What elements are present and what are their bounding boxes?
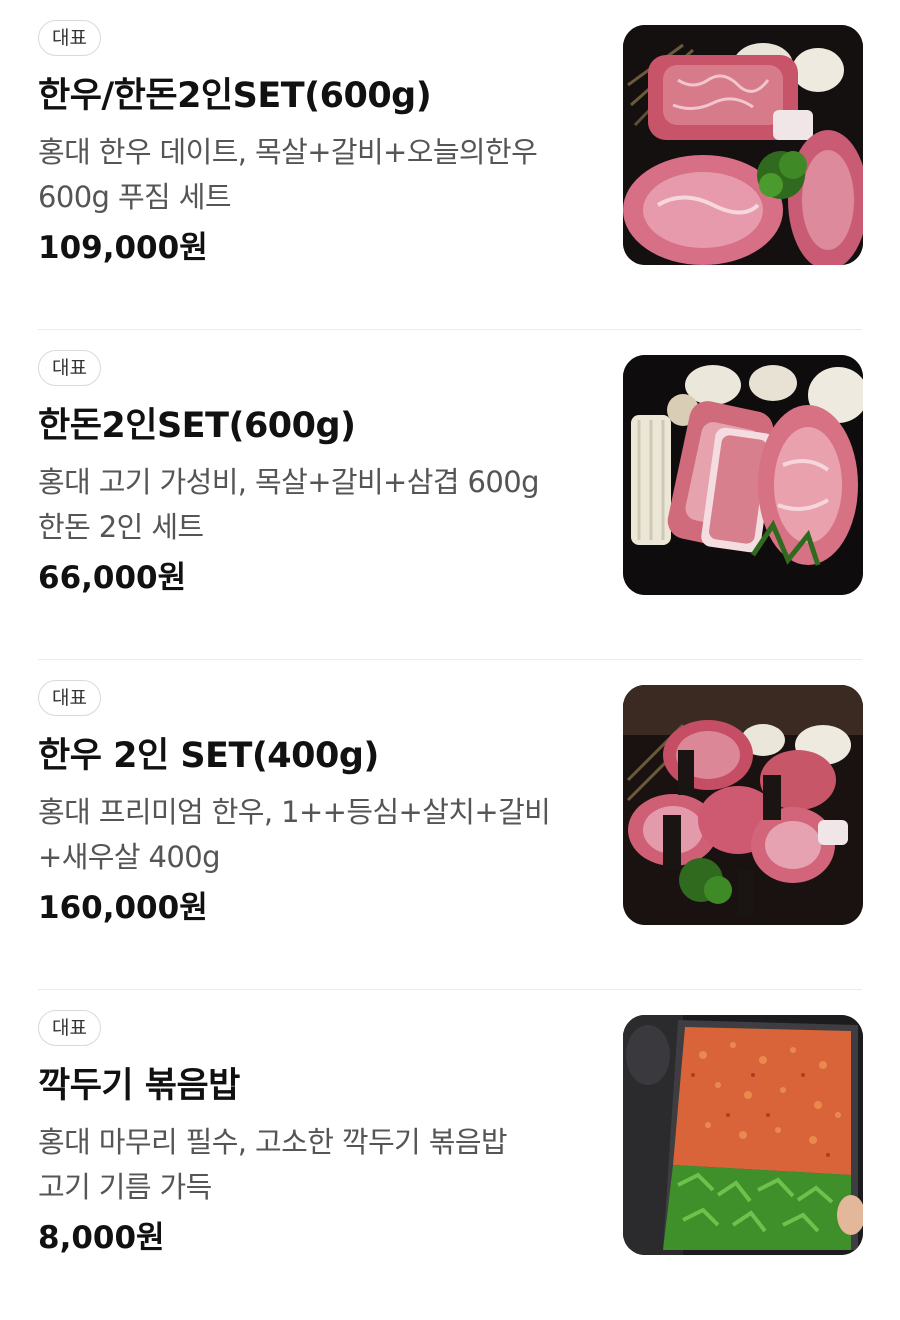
description-line: +새우살 400g: [38, 840, 221, 874]
signature-badge: 대표: [38, 20, 101, 56]
signature-badge: 대표: [38, 1010, 101, 1046]
menu-item-price: 160,000원: [38, 890, 208, 926]
menu-item[interactable]: 대표 한우 2인 SET(400g) 홍대 프리미엄 한우, 1++등심+살치+…: [0, 660, 900, 990]
menu-item-description: 홍대 고기 가성비, 목살+갈비+삼겹 600g 한돈 2인 세트: [38, 460, 598, 550]
menu-item-price: 66,000원: [38, 560, 187, 596]
menu-item-price: 109,000원: [38, 230, 208, 266]
menu-item-description: 홍대 프리미엄 한우, 1++등심+살치+갈비 +새우살 400g: [38, 790, 598, 880]
signature-badge: 대표: [38, 680, 101, 716]
menu-item-price: 8,000원: [38, 1220, 165, 1256]
description-line: 한돈 2인 세트: [38, 510, 204, 544]
menu-item[interactable]: 대표 한우/한돈2인SET(600g) 홍대 한우 데이트, 목살+갈비+오늘의…: [0, 0, 900, 330]
menu-item-name: 한우 2인 SET(400g): [38, 736, 379, 776]
description-line: 홍대 고기 가성비, 목살+갈비+삼겹 600g: [38, 465, 539, 499]
menu-item-description: 홍대 마무리 필수, 고소한 깍두기 볶음밥 고기 기름 가득: [38, 1120, 598, 1210]
description-line: 600g 푸짐 세트: [38, 180, 232, 214]
kkakdugi-fried-rice-photo[interactable]: [623, 1015, 863, 1255]
menu-item[interactable]: 대표 깍두기 볶음밥 홍대 마무리 필수, 고소한 깍두기 볶음밥 고기 기름 …: [0, 990, 900, 1320]
hanpork-set-photo[interactable]: [623, 355, 863, 595]
menu-item-name: 한우/한돈2인SET(600g): [38, 76, 432, 116]
menu-item-name: 깍두기 볶음밥: [38, 1066, 240, 1106]
description-line: 홍대 프리미엄 한우, 1++등심+살치+갈비: [38, 795, 551, 829]
hanwoo-hanpork-set-photo[interactable]: [623, 25, 863, 265]
description-line: 고기 기름 가득: [38, 1170, 212, 1204]
menu-item[interactable]: 대표 한돈2인SET(600g) 홍대 고기 가성비, 목살+갈비+삼겹 600…: [0, 330, 900, 660]
description-line: 홍대 한우 데이트, 목살+갈비+오늘의한우: [38, 135, 538, 169]
description-line: 홍대 마무리 필수, 고소한 깍두기 볶음밥: [38, 1125, 508, 1159]
menu-item-name: 한돈2인SET(600g): [38, 406, 356, 446]
signature-badge: 대표: [38, 350, 101, 386]
menu-item-description: 홍대 한우 데이트, 목살+갈비+오늘의한우 600g 푸짐 세트: [38, 130, 598, 220]
hanwoo-premium-set-photo[interactable]: [623, 685, 863, 925]
